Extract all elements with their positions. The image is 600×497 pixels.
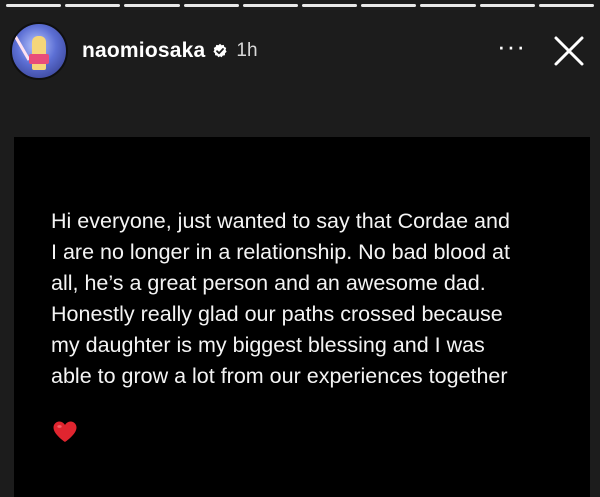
progress-segment [242,4,299,7]
post-time: 1h [236,40,258,61]
progress-segment [361,4,417,7]
story-text-card: Hi everyone, just wanted to say that Cor… [14,137,590,497]
progress-segment [302,4,358,7]
more-options-icon[interactable]: ··· [497,33,526,69]
progress-segment [6,4,62,7]
red-heart-icon [52,420,78,444]
username-link[interactable]: naomiosaka [82,39,205,63]
story-header: naomiosaka 1h ··· [10,22,590,80]
avatar[interactable] [10,22,68,80]
progress-segment [479,4,535,7]
close-icon[interactable] [552,34,586,68]
progress-segment [183,4,239,7]
progress-segment [420,4,476,7]
story-message-text: Hi everyone, just wanted to say that Cor… [51,209,510,388]
verified-badge-icon [212,43,228,59]
story-progress-bar [6,4,595,8]
progress-segment [538,4,595,7]
progress-segment [124,4,180,7]
progress-segment [65,4,121,7]
